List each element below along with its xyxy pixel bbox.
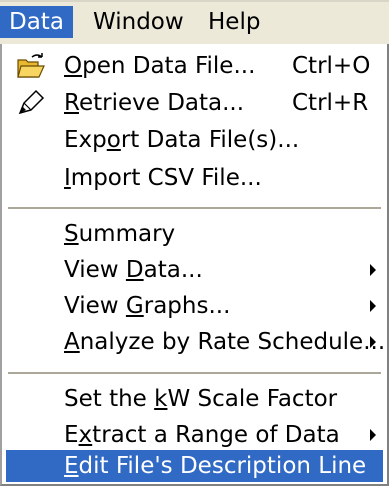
label-post: mport CSV File... <box>70 165 262 191</box>
menu-item-import-csv-file[interactable]: Import CSV File... <box>6 160 383 196</box>
submenu-arrow-icon <box>370 336 376 348</box>
label-mnemonic: G <box>125 293 144 319</box>
menu-item-export-data-files[interactable]: Export Data File(s)... <box>6 122 383 158</box>
label-post: pen Data File... <box>82 53 256 79</box>
label-mnemonic: E <box>64 453 79 479</box>
separator <box>8 207 381 209</box>
label-post: dit File's Description Line <box>78 453 367 479</box>
menu-item-summary[interactable]: Summary <box>6 216 383 252</box>
open-folder-icon <box>17 53 45 78</box>
label-mnemonic: S <box>64 221 79 247</box>
shortcut-ctrl-r: Ctrl+R <box>292 90 369 116</box>
menu-item-retrieve-data[interactable]: Retrieve Data... Ctrl+R <box>6 85 383 121</box>
menu-item-view-data[interactable]: View Data... <box>6 252 383 288</box>
retrieve-pen-icon <box>18 89 45 115</box>
label-mnemonic: I <box>64 165 71 191</box>
label-pre: View <box>64 293 126 319</box>
label-post: nalyze by Rate Schedule... <box>79 329 386 355</box>
label-mnemonic: k <box>154 386 168 412</box>
data-dropdown-menu: Open Data File... Ctrl+O Retrieve Data..… <box>0 44 389 486</box>
label-pre: Exp <box>64 127 107 153</box>
label-post: rt Data File(s)... <box>120 127 300 153</box>
label-mnemonic: x <box>78 422 93 448</box>
label-pre: Set the <box>64 386 155 412</box>
label-mnemonic: o <box>106 127 121 153</box>
menu-item-view-graphs[interactable]: View Graphs... <box>6 288 383 324</box>
label-pre: E <box>64 422 79 448</box>
label-mnemonic: O <box>64 53 83 79</box>
submenu-arrow-icon <box>370 429 376 441</box>
label-post: etrieve Data... <box>78 90 245 116</box>
label-mnemonic: A <box>64 329 80 355</box>
menu-data[interactable]: Data <box>0 6 73 38</box>
label-post: ummary <box>78 221 176 247</box>
label-post: W Scale Factor <box>167 386 338 412</box>
menu-item-open-data-file[interactable]: Open Data File... Ctrl+O <box>6 48 383 84</box>
submenu-arrow-icon <box>370 300 376 312</box>
menu-item-analyze-by-rate-schedule[interactable]: Analyze by Rate Schedule... <box>6 324 386 360</box>
menu-item-set-kw-scale-factor[interactable]: Set the kW Scale Factor <box>6 381 383 417</box>
menu-item-edit-file-description-line[interactable]: Edit File's Description Line <box>6 450 383 482</box>
shortcut-ctrl-o: Ctrl+O <box>292 53 371 79</box>
label-post: raphs... <box>143 293 231 319</box>
menu-item-extract-range-of-data[interactable]: Extract a Range of Data <box>6 417 383 453</box>
menu-help[interactable]: Help <box>199 6 269 38</box>
menu-bar: Data Window Help <box>0 0 389 44</box>
label-post: ata... <box>143 257 203 283</box>
menu-window[interactable]: Window <box>84 6 193 38</box>
label-post: tract a Range of Data <box>92 422 340 448</box>
label-mnemonic: R <box>64 90 79 116</box>
submenu-arrow-icon <box>370 264 376 276</box>
label-mnemonic: D <box>125 257 144 283</box>
separator <box>8 372 381 374</box>
label-pre: View <box>64 257 126 283</box>
